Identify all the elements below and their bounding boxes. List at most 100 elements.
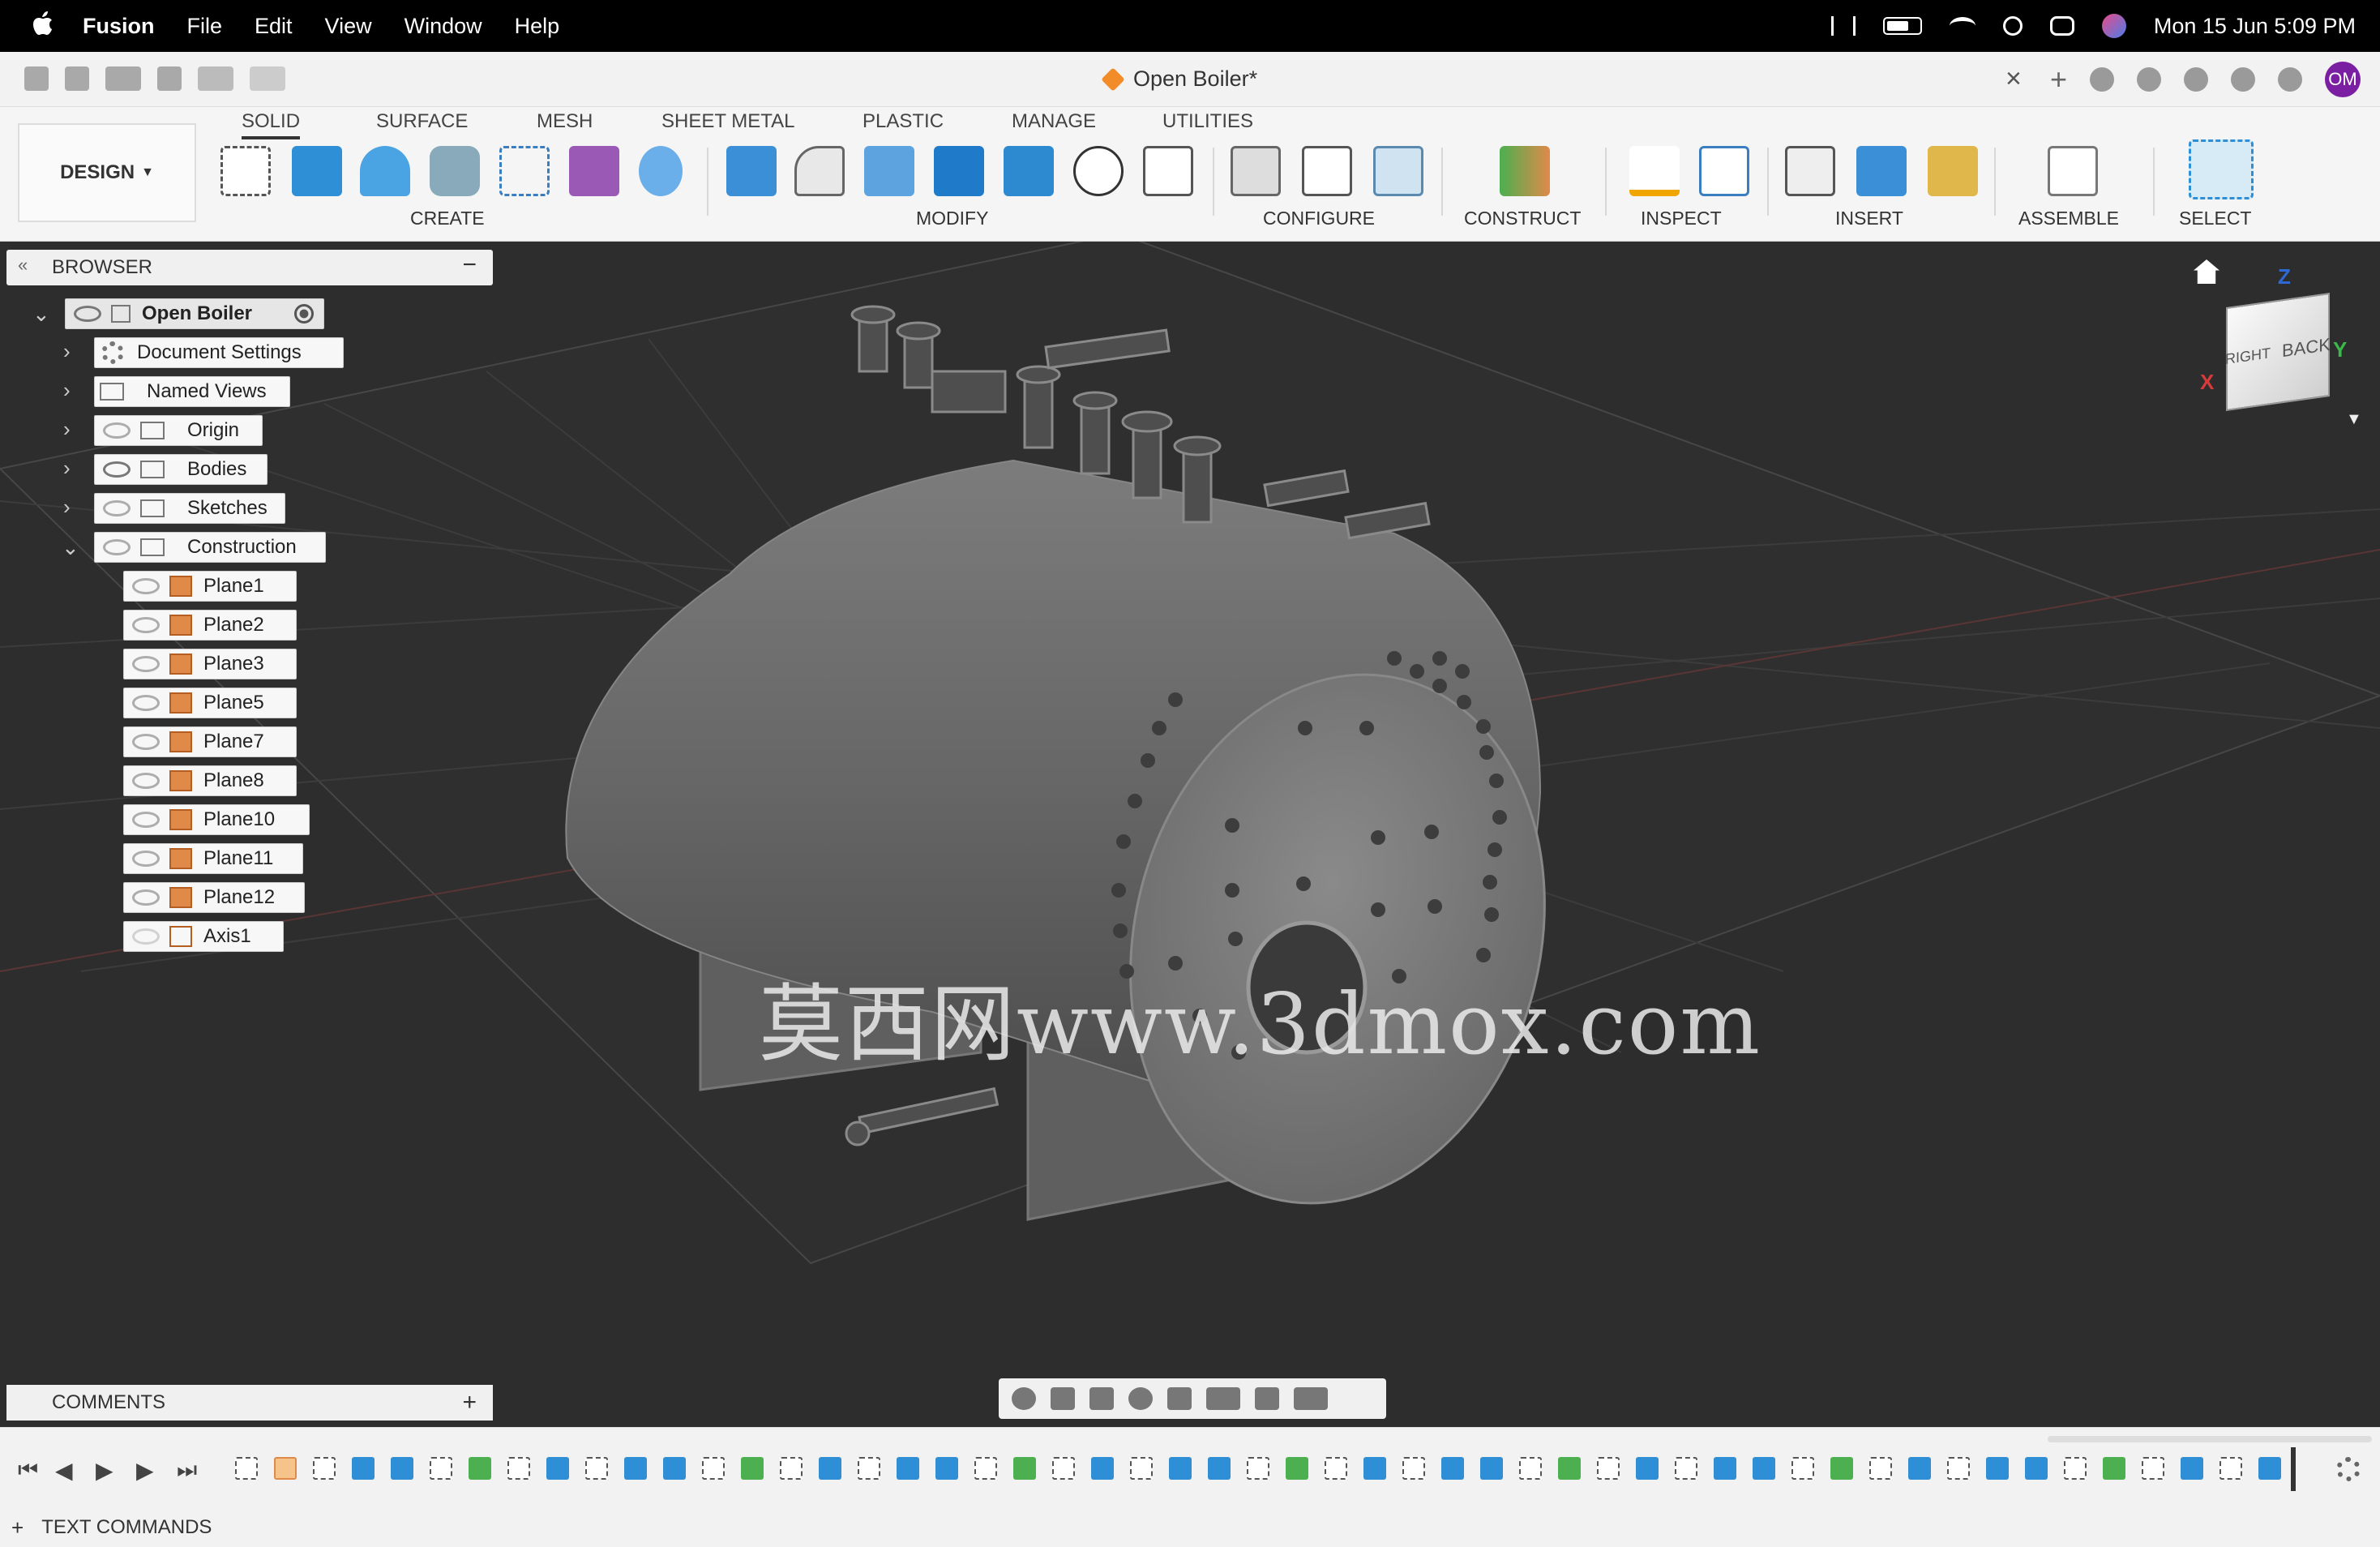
timeline-feature-icon[interactable] [1558,1457,1581,1480]
timeline-feature-icon[interactable] [1714,1457,1736,1480]
timeline-feature-icon[interactable] [2103,1457,2125,1480]
timeline-feature-icon[interactable] [391,1457,413,1480]
timeline-feature-icon[interactable] [935,1457,958,1480]
timeline-feature-icon[interactable] [819,1457,841,1480]
visibility-eye-icon[interactable] [74,306,101,322]
hidden-eye-icon[interactable] [103,422,131,439]
browser-node-bodies[interactable]: Bodies [94,454,268,485]
timeline-feature-icon[interactable] [546,1457,569,1480]
model-canvas[interactable] [0,242,2380,1427]
timeline-feature-icon[interactable] [2258,1457,2281,1480]
timeline-feature-icon[interactable] [1013,1457,1036,1480]
combine-icon[interactable] [934,146,984,196]
fillet-icon[interactable] [794,146,845,196]
tab-plastic[interactable]: PLASTIC [863,110,944,133]
timeline-feature-icon[interactable] [1208,1457,1231,1480]
timeline-feature-icon[interactable] [585,1457,608,1480]
create-form-icon[interactable] [569,146,619,196]
chevron-right-icon[interactable]: › [63,378,71,403]
timeline-feature-icon[interactable] [1636,1457,1659,1480]
browser-node-origin[interactable]: Origin [94,415,263,446]
active-radio-icon[interactable] [294,304,314,324]
view-cube[interactable]: RIGHT BACK [2225,293,2331,411]
chevron-right-icon[interactable]: › [63,339,71,364]
chevron-right-icon[interactable]: › [63,456,71,481]
insert-mesh-icon[interactable] [1928,146,1978,196]
timeline-feature-icon[interactable] [741,1457,764,1480]
siri-icon[interactable] [2101,14,2126,38]
construction-item[interactable]: Axis1 [123,921,284,952]
help-icon[interactable] [2278,67,2302,92]
viewports-icon[interactable] [1294,1387,1328,1410]
tab-mesh[interactable]: MESH [537,110,593,133]
select-icon[interactable] [2189,139,2254,199]
battery-icon[interactable] [1882,17,1922,35]
browser-node-sketches[interactable]: Sketches [94,493,285,524]
browser-node-document-settings[interactable]: Document Settings [94,337,344,368]
history-icon[interactable] [2184,67,2208,92]
construction-item[interactable]: Plane3 [123,649,297,679]
group-select[interactable]: SELECT [2179,208,2251,229]
hidden-eye-icon[interactable] [132,812,160,828]
hidden-eye-icon[interactable] [132,851,160,867]
timeline-feature-icon[interactable] [1169,1457,1192,1480]
group-insert[interactable]: INSERT [1835,208,1903,229]
split-body-icon[interactable] [1004,146,1054,196]
browser-node-named-views[interactable]: Named Views [94,376,290,407]
group-inspect[interactable]: INSPECT [1641,208,1722,229]
notifications-icon[interactable] [2231,67,2255,92]
hole-icon[interactable] [430,146,480,196]
timeline-feature-icon[interactable] [1519,1457,1542,1480]
menu-help[interactable]: Help [515,14,560,39]
construction-item[interactable]: Plane2 [123,610,297,641]
chevron-down-icon[interactable]: ⌄ [62,535,79,560]
timeline-feature-icon[interactable] [1753,1457,1775,1480]
timeline-feature-icon[interactable] [974,1457,997,1480]
chevron-right-icon[interactable]: › [63,417,71,442]
construction-item[interactable]: Plane5 [123,688,297,718]
menu-view[interactable]: View [325,14,372,39]
browser-header[interactable]: « BROWSER − [6,250,493,285]
timeline-feature-icon[interactable] [430,1457,452,1480]
tab-sheet-metal[interactable]: SHEET METAL [661,110,794,133]
timeline-play-icon[interactable]: ▶ [96,1457,113,1484]
timeline-feature-icon[interactable] [1947,1457,1970,1480]
insert-derive-icon[interactable] [1785,146,1835,196]
group-create[interactable]: CREATE [410,208,485,229]
construction-item[interactable]: Plane8 [123,765,297,796]
text-commands-bar[interactable]: + TEXT COMMANDS [0,1508,2380,1547]
visibility-eye-icon[interactable] [103,461,131,478]
menu-window[interactable]: Window [405,14,482,39]
timeline-feature-icon[interactable] [663,1457,686,1480]
search-icon[interactable] [2002,16,2023,36]
tab-surface[interactable]: SURFACE [376,110,468,133]
browser-node-construction[interactable]: Construction [94,532,326,563]
timeline-feature-icon[interactable] [1986,1457,2009,1480]
grid-icon[interactable] [65,66,89,91]
shell-icon[interactable] [864,146,914,196]
timeline-feature-icon[interactable] [1247,1457,1269,1480]
timeline-feature-icon[interactable] [235,1457,258,1480]
config-table-icon[interactable] [1302,146,1352,196]
hidden-eye-icon[interactable] [132,734,160,750]
pan-icon[interactable] [1089,1387,1114,1410]
revolve-icon[interactable] [360,146,410,196]
browser-root[interactable]: Open Boiler [65,298,324,329]
timeline-end-icon[interactable]: ⏭ [177,1457,197,1484]
timeline-feature-icon[interactable] [274,1457,297,1480]
save-icon[interactable] [157,66,182,91]
timeline-feature-icon[interactable] [2142,1457,2164,1480]
control-center-icon[interactable] [2049,16,2074,36]
look-at-icon[interactable] [1051,1387,1075,1410]
zoom-icon[interactable] [1128,1387,1153,1410]
timeline-back-icon[interactable]: ◀ [55,1457,73,1484]
timeline-feature-icon[interactable] [1402,1457,1425,1480]
timeline-feature-icon[interactable] [1830,1457,1853,1480]
tab-manage[interactable]: MANAGE [1012,110,1096,133]
new-component-icon[interactable] [2048,146,2098,196]
config-rule-icon[interactable] [1373,146,1423,196]
timeline-feature-icon[interactable] [1597,1457,1620,1480]
app-menu[interactable]: Fusion [83,14,155,39]
display-settings-icon[interactable] [1206,1387,1240,1410]
hidden-eye-icon[interactable] [132,889,160,906]
